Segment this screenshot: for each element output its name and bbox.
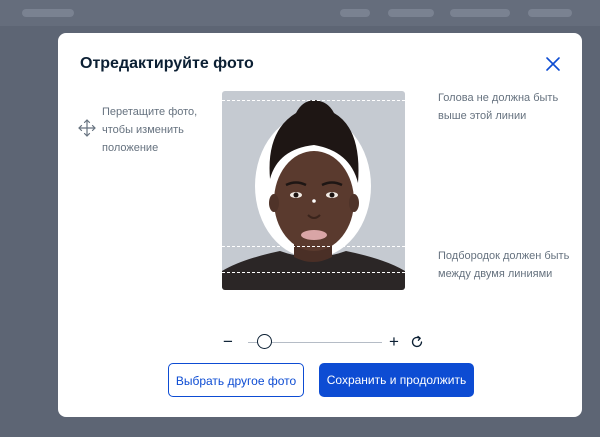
- zoom-out-button[interactable]: −: [223, 333, 233, 351]
- zoom-in-button[interactable]: +: [389, 333, 399, 351]
- background-header: [0, 0, 600, 26]
- chin-guide-line-lower: [222, 272, 405, 273]
- drag-hint-text: Перетащите фото, чтобы изменить положени…: [102, 106, 198, 154]
- photo-crop-area[interactable]: [222, 91, 405, 290]
- close-icon[interactable]: [544, 55, 562, 73]
- head-top-guide-line: [222, 100, 405, 101]
- background-logo: [22, 9, 74, 17]
- background-nav-item: [528, 9, 572, 17]
- dialog-title: Отредактируйте фото: [80, 55, 254, 72]
- portrait-photo: [222, 100, 405, 290]
- move-icon: [78, 119, 96, 137]
- choose-other-photo-button[interactable]: Выбрать другое фото: [168, 363, 304, 397]
- background-nav-item: [388, 9, 434, 17]
- save-and-continue-button[interactable]: Сохранить и продолжить: [319, 363, 474, 397]
- zoom-control: − +: [223, 331, 423, 353]
- reset-icon[interactable]: [410, 335, 424, 349]
- chin-guide-line-upper: [222, 246, 405, 247]
- zoom-slider-thumb[interactable]: [257, 334, 273, 349]
- head-top-hint: Голова не должна быть выше этой линии: [438, 92, 559, 122]
- chin-hint: Подбородок должен быть между двумя линия…: [438, 250, 570, 280]
- background-nav-item: [340, 9, 370, 17]
- edit-photo-dialog: Отредактируйте фото Перетащите фото, что…: [58, 33, 582, 417]
- background-nav-item: [450, 9, 510, 17]
